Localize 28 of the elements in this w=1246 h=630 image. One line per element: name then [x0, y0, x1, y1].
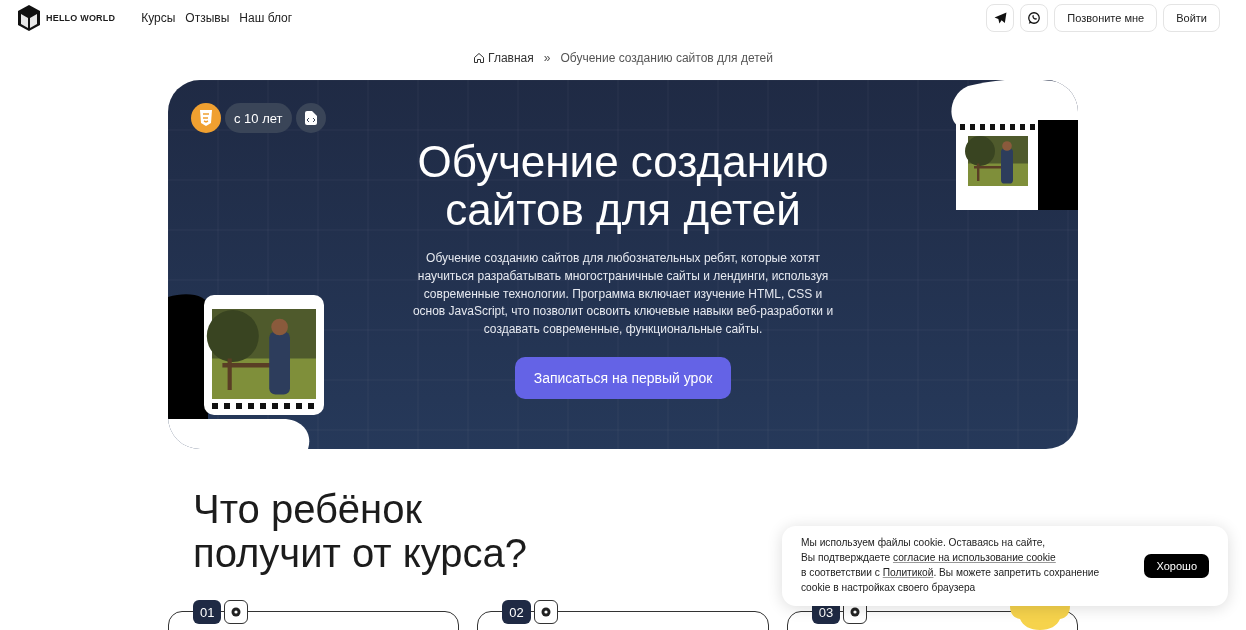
phone-bubble-icon [1027, 11, 1042, 25]
hero-title: Обучение созданию сайтов для детей [416, 138, 830, 234]
code-file-icon [295, 103, 326, 133]
card-number: 02 [502, 600, 531, 624]
policy-link[interactable]: согласие на использование cookie [892, 552, 1056, 564]
breadcrumb-current: Обучение созданию сайтов для детей [560, 51, 773, 65]
login-button[interactable]: Войти [1163, 4, 1220, 32]
logo-text: HELLO WORLD [46, 13, 116, 23]
signup-button[interactable]: Записаться на первый урок [514, 357, 732, 399]
cube-logo-icon [18, 5, 40, 31]
card-number: 01 [193, 600, 222, 624]
flower-sticker-icon [1010, 606, 1070, 630]
html-badge-icon [191, 103, 221, 133]
hero-description: Обучение созданию сайтов для любознательных ребят, которые хотят научиться разрабатывать многостраничные сайты и лендинги, используя современные технологии. Программа включает изучение HTML, CSS и основ JavaScript, что позволит освоить ключевые навыки веб-разработки и создавать современные, функциональные сайты. [411, 250, 835, 339]
phone-bubble-button[interactable] [1020, 4, 1049, 32]
paper-plane-button[interactable] [986, 4, 1015, 32]
home-link[interactable]: Главная [473, 51, 534, 65]
paper-plane-icon [993, 12, 1007, 24]
cookie-notice: Мы используем файлы cookie. Оставаясь на сайте, Вы подтверждаете согласие на использование cookie в соответствии с Политикой. Вы можете запретить сохранение cookie в настройках своего браузера [801, 536, 1101, 595]
call-button[interactable]: Позвоните мне [1054, 4, 1158, 32]
nav-link[interactable]: Наш блог [239, 11, 293, 25]
nav-link[interactable]: Отзывы [185, 11, 230, 25]
age-tag: с 10 лет [225, 103, 292, 133]
nav-link[interactable]: Курсы [141, 11, 176, 25]
accept-button[interactable]: Хорошо [1144, 554, 1209, 578]
section-title: Что ребёнок получит от курса? [193, 487, 529, 575]
breadcrumb-separator: » [543, 51, 551, 65]
home-icon [473, 52, 486, 64]
